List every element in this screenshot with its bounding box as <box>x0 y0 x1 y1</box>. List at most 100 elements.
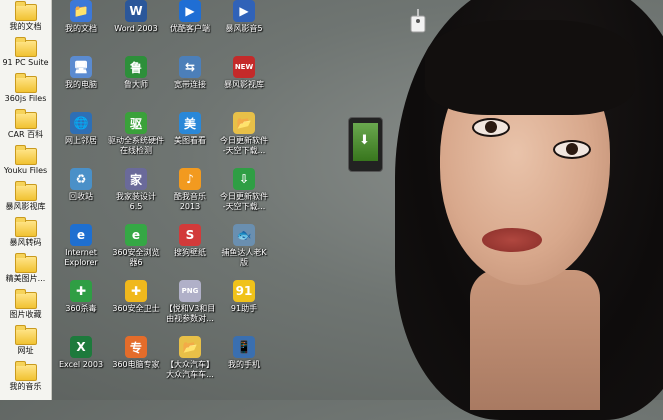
folder-icon <box>14 145 37 165</box>
desktop-icon[interactable]: 📱 我的手机 <box>214 336 274 370</box>
desktop-icon[interactable]: ♻ 回收站 <box>51 168 111 202</box>
sidebar-item[interactable]: 暴风影视库 <box>0 181 51 212</box>
desktop-icon-label: 酷我音乐 2013 <box>174 192 206 211</box>
desktop-icon[interactable]: 📁 我的文档 <box>51 0 111 34</box>
desktop-icon[interactable]: 专 360电脑专家 <box>106 336 166 370</box>
sidebar-item[interactable]: Youku Files <box>0 145 51 176</box>
desktop-icon-label: 91助手 <box>230 304 258 313</box>
my-phone-icon: 📱 <box>233 336 255 358</box>
desktop-icon[interactable]: 🖥 我的电脑 <box>51 56 111 90</box>
folder-icon <box>14 1 37 21</box>
desktop-icon-label: 搜狗壁纸 <box>174 248 206 257</box>
sidebar-item-label: 我的音乐 <box>9 382 42 391</box>
sidebar-item-label: 91 PC Suite <box>2 58 49 67</box>
excel-icon: X <box>70 336 92 358</box>
phone-widget[interactable] <box>348 117 383 172</box>
desktop-icon[interactable]: 美美图看看 <box>160 112 220 146</box>
sidebar-item[interactable]: 网址 <box>0 325 51 356</box>
tag-icon <box>410 9 426 33</box>
desktop-icon[interactable]: 鲁鲁大师 <box>106 56 166 90</box>
desktop-icon[interactable]: e Internet Explorer <box>51 224 111 268</box>
desktop-icon-label: 【大众汽车】 大众汽车车... <box>166 360 214 379</box>
wallpaper-eye-right <box>553 140 591 159</box>
desktop-icon[interactable]: 📂 【大众汽车】 大众汽车车... <box>160 336 220 380</box>
desktop-icon[interactable]: e 360安全浏览 器6 <box>106 224 166 268</box>
sidebar-item[interactable]: 我的文档 <box>0 1 51 32</box>
folder-icon <box>14 37 37 57</box>
browser-360-icon: e <box>125 224 147 246</box>
sidebar-item[interactable]: 360js Files <box>0 73 51 104</box>
desktop-icon-label: 我的电脑 <box>65 80 97 89</box>
desktop-icon[interactable]: S 搜狗壁纸 <box>160 224 220 258</box>
desktop-icon-label: 美图看看 <box>174 136 206 145</box>
desktop-icon-label: Word 2003 <box>114 24 158 33</box>
desktop-icon-label: 宽带连接 <box>174 80 206 89</box>
desktop-icon-label: 今日更新软件 -天空下载... <box>220 136 268 155</box>
folder-icon <box>14 73 37 93</box>
sidebar-item[interactable]: 暴风转码 <box>0 217 51 248</box>
desktop-icon-label: 驱动全系统硬件 在线检测 <box>108 136 164 155</box>
sidebar-item-label: 暴风影视库 <box>5 202 46 211</box>
word-icon: W <box>125 0 147 22</box>
desktop-icon[interactable]: ▶ 优酷客户端 <box>160 0 220 34</box>
sidebar-item-label: 360js Files <box>4 94 47 103</box>
desktop-icon-label: 捕鱼达人老K 版 <box>221 248 267 267</box>
desktop-icon[interactable]: X Excel 2003 <box>51 336 111 370</box>
desktop-icon-label: 我家装设计 6.5 <box>116 192 156 211</box>
internet-explorer-icon: e <box>70 224 92 246</box>
desktop-icon[interactable]: 驱驱动全系统硬件 在线检测 <box>106 112 166 156</box>
desktop-icon-label: 我的文档 <box>65 24 97 33</box>
desktop-icon-label: 【悦和V3和目 由视参数对... <box>164 304 216 323</box>
desktop-icon-label: Excel 2003 <box>58 360 104 369</box>
folder-icon <box>14 253 37 273</box>
desktop-icon-label: 暴风影视库 <box>224 80 264 89</box>
security-guard-icon: ✚ <box>125 280 147 302</box>
desktop-icon[interactable]: 91 91助手 <box>214 280 274 314</box>
broadband-icon: ⇆ <box>179 56 201 78</box>
sidebar-item[interactable]: 精美图片... <box>0 253 51 284</box>
desktop-icon-label: 360杀毒 <box>65 304 97 313</box>
home-design-icon: 家 <box>125 168 147 190</box>
desktop-icon[interactable]: ♪ 酷我音乐 2013 <box>160 168 220 212</box>
desktop-icon[interactable]: ▶ 暴风影音5 <box>214 0 274 34</box>
kuwo-icon: ♪ <box>179 168 201 190</box>
ludashi-icon: 鲁 <box>125 56 147 78</box>
documents-icon: 📁 <box>70 0 92 22</box>
network-icon: 🌐 <box>70 112 92 134</box>
desktop-icon[interactable]: ✚ 360杀毒 <box>51 280 111 314</box>
desktop-icon[interactable]: ⇩ 今日更新软件 -天空下载... <box>214 168 274 212</box>
desktop-icon[interactable]: NEW 暴风影视库 <box>214 56 274 90</box>
sidebar-item-label: 暴风转码 <box>9 238 42 247</box>
desktop-icon[interactable]: PNG 【悦和V3和目 由视参数对... <box>160 280 220 324</box>
sidebar-item-label: 我的文档 <box>9 22 42 31</box>
desktop-icon[interactable]: 🐟 捕鱼达人老K 版 <box>214 224 274 268</box>
desktop-icon-label: 我的手机 <box>228 360 260 369</box>
wallpaper-eye-left <box>472 118 510 137</box>
desktop-icon[interactable]: W Word 2003 <box>106 0 166 34</box>
desktop-icon-label: 360电脑专家 <box>112 360 160 369</box>
sidebar-item-label: Youku Files <box>3 166 48 175</box>
desktop-icon[interactable]: ⇆ 宽带连接 <box>160 56 220 90</box>
sidebar-item-label: 网址 <box>17 346 34 355</box>
png-file-icon: PNG <box>179 280 201 302</box>
sidebar-item[interactable]: CAR 百科 <box>0 109 51 140</box>
desktop-icon-label: 优酷客户端 <box>170 24 210 33</box>
sidebar-item[interactable]: 91 PC Suite <box>0 37 51 68</box>
sogou-wallpaper-icon: S <box>179 224 201 246</box>
quick-launch-sidebar: 我的文档 91 PC Suite 360js Files CAR 百科 Youku Fi… <box>0 0 52 400</box>
driver-icon: 驱 <box>125 112 147 134</box>
desktop-icon[interactable]: 🌐 网上邻居 <box>51 112 111 146</box>
computer-icon: 🖥 <box>70 56 92 78</box>
youku-icon: ▶ <box>179 0 201 22</box>
desktop-icon[interactable]: 家我家装设计 6.5 <box>106 168 166 212</box>
folder-icon <box>14 181 37 201</box>
desktop-icon[interactable]: 📂 今日更新软件 -天空下载... <box>214 112 274 156</box>
91-assistant-icon: 91 <box>233 280 255 302</box>
sidebar-item[interactable]: 我的音乐 <box>0 361 51 392</box>
desktop-icon[interactable]: ✚ 360安全卫士 <box>106 280 166 314</box>
folder-icon <box>14 109 37 129</box>
sidebar-item[interactable]: 图片收藏 <box>0 289 51 320</box>
desktop-icon-label: 鲁大师 <box>124 80 148 89</box>
folder-icon <box>14 361 37 381</box>
sidebar-item-label: 精美图片... <box>5 274 46 283</box>
